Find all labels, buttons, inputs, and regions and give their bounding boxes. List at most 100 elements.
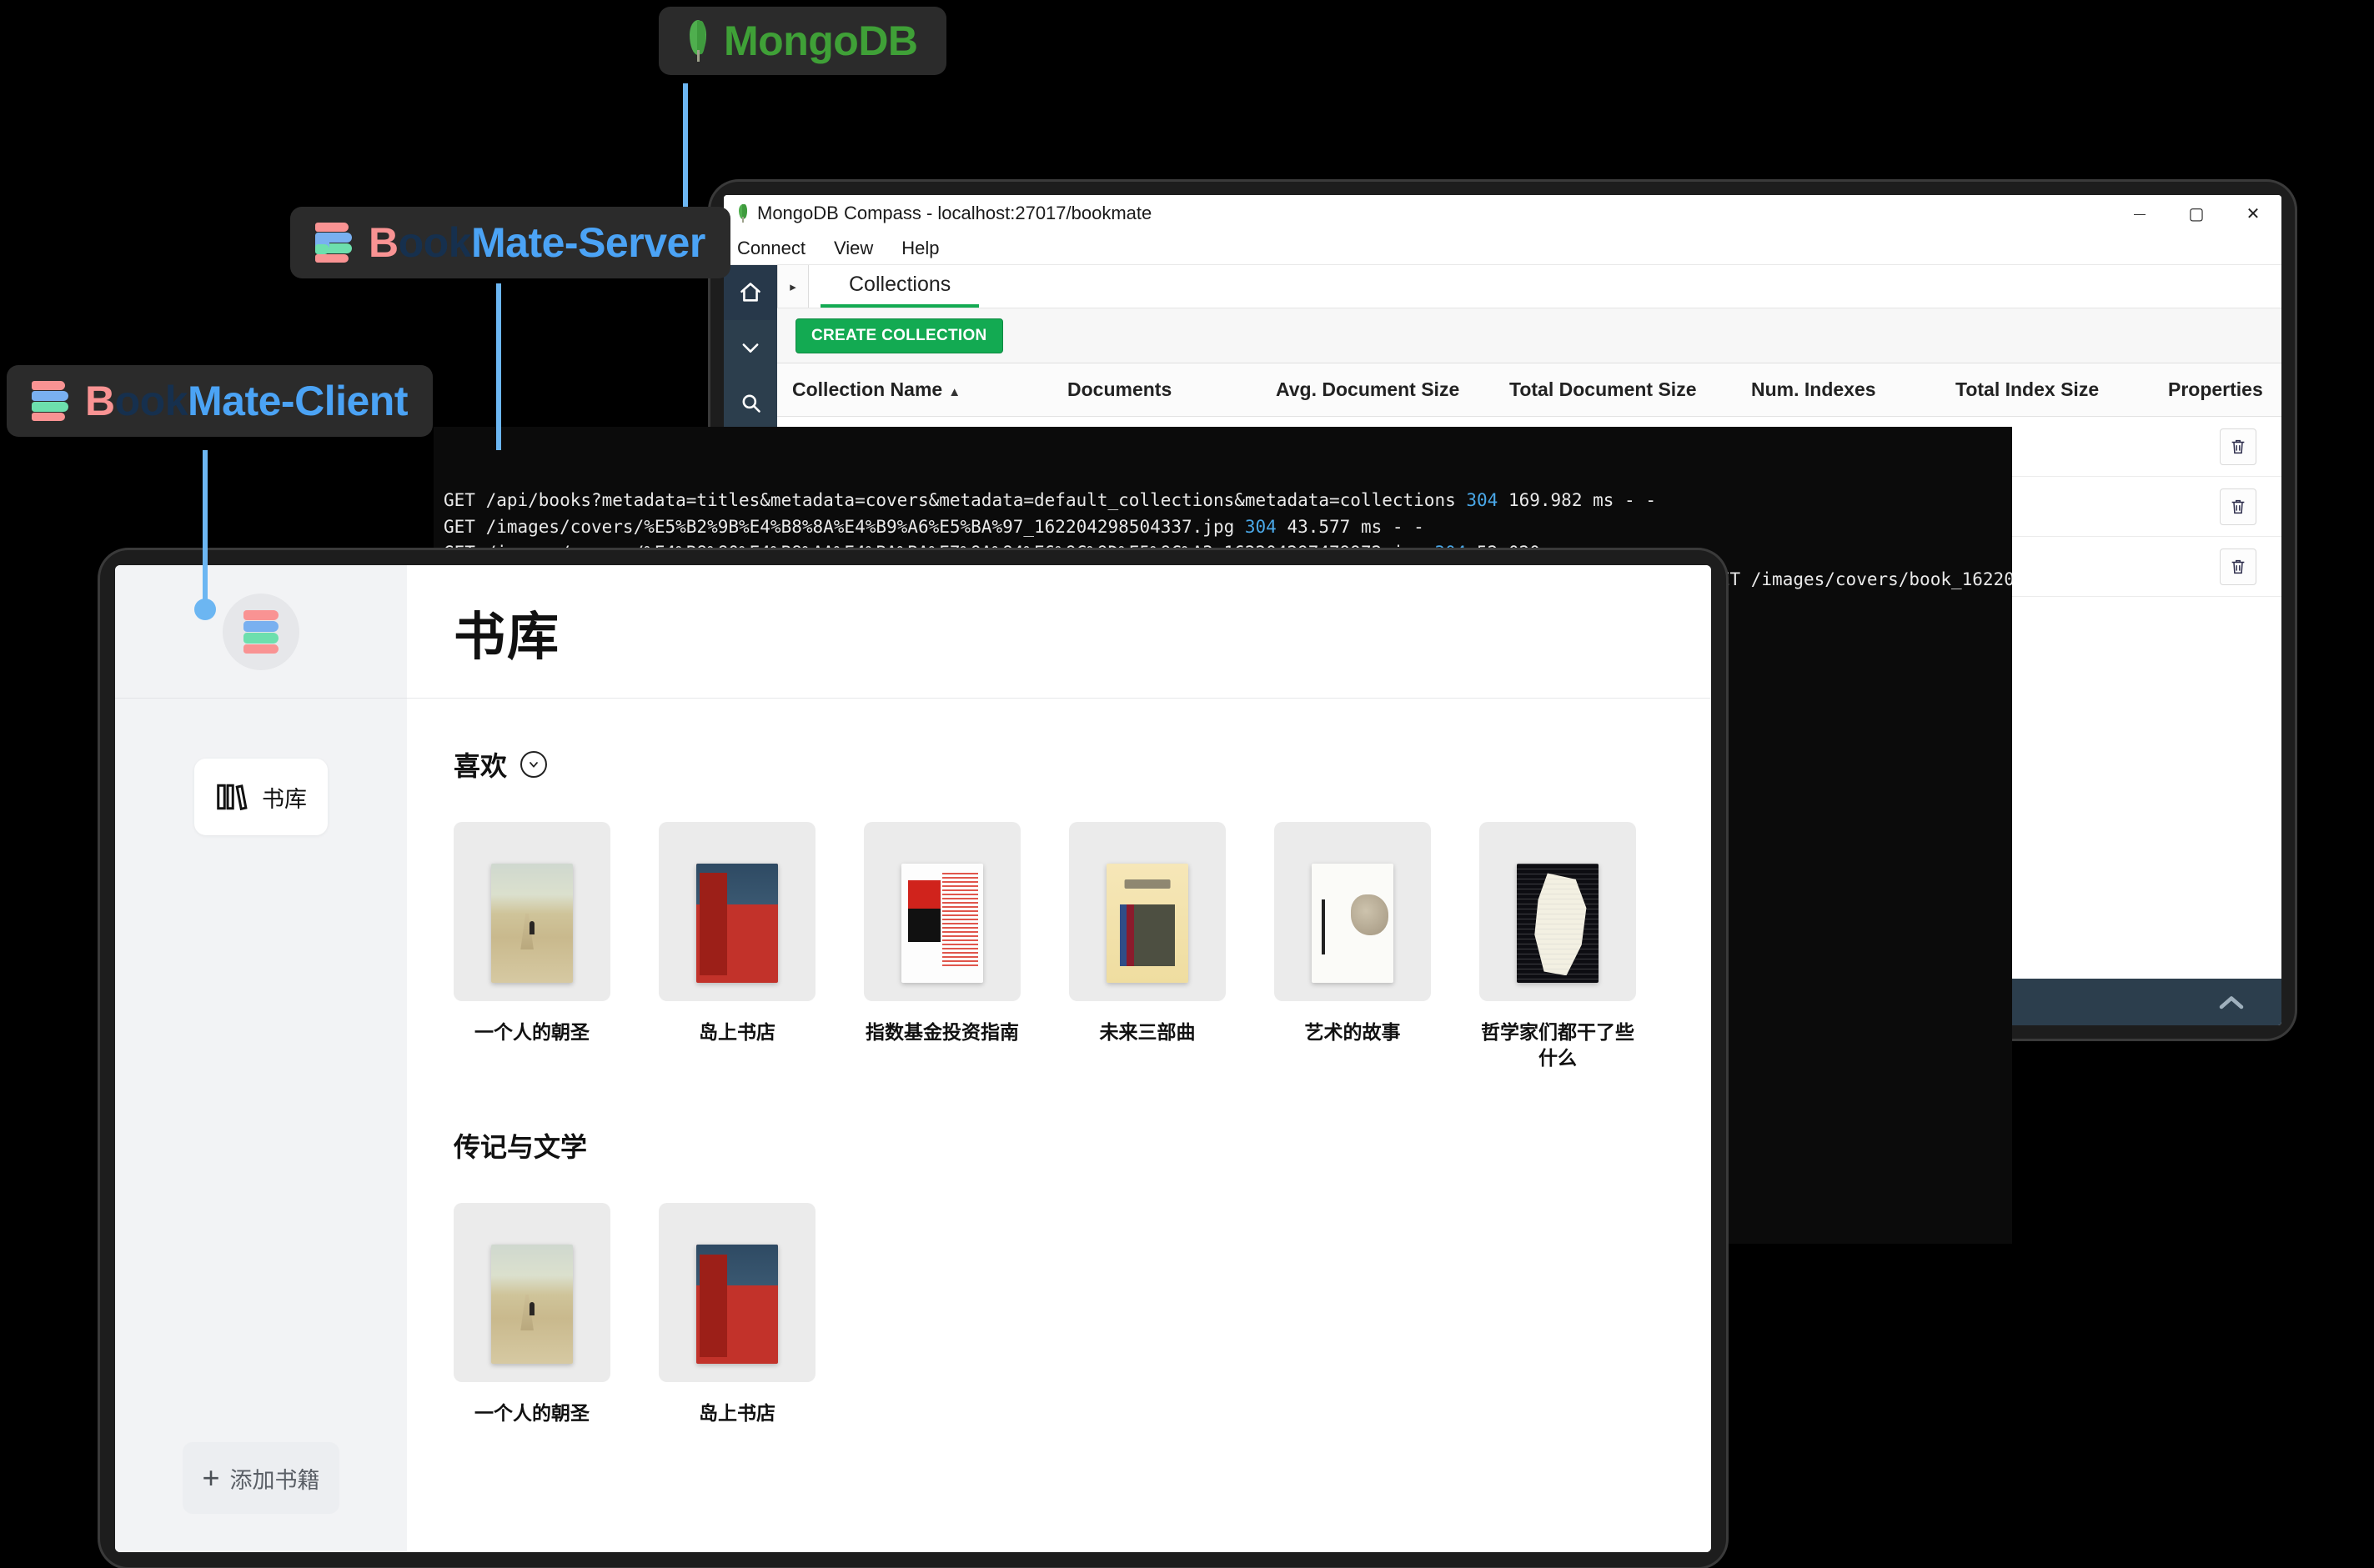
book-cover-slot bbox=[454, 822, 610, 1001]
status-code: 304 bbox=[1763, 651, 1794, 654]
book-cover-image bbox=[1312, 864, 1393, 983]
badge-seg-mate: Mate-Client bbox=[188, 378, 408, 424]
compass-tabbar: ▸ Collections bbox=[777, 265, 2281, 308]
add-book-button[interactable]: + 添加书籍 bbox=[183, 1442, 339, 1514]
book-cover-slot bbox=[1479, 822, 1636, 1001]
sidebar-item-label: 书库 bbox=[262, 786, 307, 812]
delete-collection-button[interactable] bbox=[2220, 548, 2256, 585]
column-documents[interactable]: Documents bbox=[1052, 378, 1261, 401]
client-logo-area bbox=[115, 565, 407, 699]
maximize-button[interactable]: ▢ bbox=[2168, 195, 2225, 232]
create-collection-button[interactable]: CREATE COLLECTION bbox=[796, 318, 1003, 353]
book-cover-image bbox=[696, 864, 778, 983]
column-collection-name[interactable]: Collection Name ▲ bbox=[777, 378, 1052, 401]
book-section: 喜欢一个人的朝圣 岛上书店 指数基金投资指南 未来三部曲 艺术的故事 哲学家们都干了些什么 bbox=[454, 745, 1664, 1071]
book-cover-slot bbox=[1274, 822, 1431, 1001]
book-cover-slot bbox=[1069, 822, 1226, 1001]
delete-collection-button[interactable] bbox=[2220, 428, 2256, 465]
status-code: 304 bbox=[1244, 516, 1277, 537]
close-button[interactable]: ✕ bbox=[2225, 195, 2281, 232]
compass-titlebar: MongoDB Compass - localhost:27017/bookma… bbox=[724, 195, 2281, 232]
tab-overflow-arrow[interactable]: ▸ bbox=[777, 265, 809, 308]
plus-icon: + bbox=[202, 1460, 220, 1495]
home-icon bbox=[740, 283, 760, 302]
add-book-area: + 添加书籍 bbox=[115, 1442, 407, 1552]
book-cover-image bbox=[901, 864, 983, 983]
trash-icon bbox=[2231, 439, 2245, 453]
mongodb-leaf-icon bbox=[687, 20, 709, 62]
book-card[interactable]: 岛上书店 bbox=[659, 1203, 816, 1426]
column-total-document-size[interactable]: Total Document Size bbox=[1494, 378, 1736, 401]
chevron-down-icon bbox=[742, 343, 759, 353]
delete-collection-button[interactable] bbox=[2220, 488, 2256, 525]
tab-collections[interactable]: Collections bbox=[821, 265, 980, 308]
terminal-log-line: GET /images/covers/%E5%B2%9B%E4%B8%8A%E4… bbox=[444, 514, 2012, 541]
book-cover-image bbox=[1107, 864, 1188, 983]
book-title: 岛上书店 bbox=[699, 1021, 775, 1043]
book-cover-image bbox=[696, 1245, 778, 1365]
section-title: 传记与文学 bbox=[454, 1132, 588, 1163]
bookmate-books-icon bbox=[315, 223, 354, 263]
badge-seg-ook: ook bbox=[114, 378, 188, 424]
badge-bookmate-client-label: BookMate-Client bbox=[85, 377, 408, 425]
compass-toolbar: CREATE COLLECTION bbox=[777, 308, 2281, 363]
column-avg-document-size[interactable]: Avg. Document Size bbox=[1261, 378, 1494, 401]
badge-bookmate-server: BookMate-Server bbox=[290, 207, 730, 278]
timing: 36.091 ms - - bbox=[1794, 651, 1941, 654]
book-card[interactable]: 指数基金投资指南 bbox=[864, 822, 1021, 1071]
column-properties[interactable]: Properties bbox=[2153, 378, 2278, 401]
trash-icon bbox=[2231, 499, 2245, 513]
timing: 1.390 ms - - bbox=[1794, 941, 1931, 944]
terminal-fragment-a: 304 36.091 ms - - bbox=[1720, 619, 2012, 654]
menu-help[interactable]: Help bbox=[901, 238, 939, 259]
book-card[interactable]: 一个人的朝圣 bbox=[454, 822, 610, 1071]
book-cover-slot bbox=[659, 1203, 816, 1383]
column-num-indexes[interactable]: Num. Indexes bbox=[1736, 378, 1940, 401]
book-card[interactable]: 未来三部曲 bbox=[1069, 822, 1226, 1071]
avatar[interactable] bbox=[223, 593, 299, 670]
client-scroll-area[interactable]: 喜欢 一个人的朝圣 岛上书店 指数基金投资指南 未来三部曲 艺术的故事 哲学家们都干了些什么… bbox=[407, 699, 1711, 1552]
book-card[interactable]: 岛上书店 bbox=[659, 822, 816, 1071]
chevron-down-circle-icon[interactable] bbox=[520, 751, 548, 778]
badge-seg-ook: ook bbox=[398, 219, 472, 266]
book-grid: 一个人的朝圣 岛上书店 指数基金投资指南 未来三部曲 艺术的故事 哲学家们都干了些什么 bbox=[454, 822, 1664, 1071]
minimize-button[interactable]: — bbox=[2111, 195, 2168, 232]
book-card[interactable]: 哲学家们都干了些什么 bbox=[1479, 822, 1636, 1071]
sidebar-home-button[interactable] bbox=[724, 265, 777, 320]
terminal-fragment-b: 304 1.390 ms - - bbox=[1720, 909, 2012, 944]
terminal-log-line: GET /api/books?metadata=titles&metadata=… bbox=[444, 488, 2012, 514]
log-text: GET /api/books?metadata=titles&metadata=… bbox=[444, 490, 1467, 510]
sidebar-item-library[interactable]: 书库 bbox=[194, 759, 328, 835]
badge-bookmate-server-label: BookMate-Server bbox=[369, 218, 705, 267]
mongodb-leaf-icon bbox=[737, 204, 749, 223]
chevron-up-icon[interactable] bbox=[2216, 993, 2246, 1011]
book-title: 一个人的朝圣 bbox=[474, 1021, 590, 1043]
connector-client-to-app bbox=[203, 450, 208, 609]
badge-mongodb: MongoDB bbox=[659, 7, 946, 75]
section-header: 喜欢 bbox=[454, 745, 1664, 784]
book-cover-slot bbox=[454, 1203, 610, 1383]
sidebar-search-button[interactable] bbox=[724, 375, 777, 430]
library-books-icon bbox=[217, 784, 248, 811]
book-title: 岛上书店 bbox=[699, 1402, 775, 1425]
section-title: 喜欢 bbox=[454, 751, 508, 781]
client-nav: 书库 bbox=[115, 699, 407, 835]
book-grid: 一个人的朝圣 岛上书店 bbox=[454, 1203, 1664, 1426]
log-text: 169.982 ms - - bbox=[1498, 490, 1656, 510]
book-section: 传记与文学一个人的朝圣 岛上书店 bbox=[454, 1126, 1664, 1426]
book-card[interactable]: 艺术的故事 bbox=[1274, 822, 1431, 1071]
section-header: 传记与文学 bbox=[454, 1126, 1664, 1165]
sidebar-collapse-button[interactable] bbox=[724, 320, 777, 375]
book-title: 艺术的故事 bbox=[1304, 1021, 1401, 1043]
page-title: 书库 bbox=[454, 608, 561, 666]
search-icon bbox=[742, 394, 760, 413]
column-total-index-size[interactable]: Total Index Size bbox=[1940, 378, 2153, 401]
bookmate-books-icon bbox=[32, 381, 70, 421]
bookmate-client-window: 书库 + 添加书籍 书库 喜欢 一个人的朝圣 岛上书店 指数基金投资指南 未来三部曲 艺术… bbox=[115, 565, 1711, 1552]
menu-connect[interactable]: Connect bbox=[737, 238, 806, 259]
book-card[interactable]: 一个人的朝圣 bbox=[454, 1203, 610, 1426]
menu-view[interactable]: View bbox=[834, 238, 873, 259]
book-title: 一个人的朝圣 bbox=[474, 1402, 590, 1425]
badge-bookmate-client: BookMate-Client bbox=[7, 365, 433, 437]
window-controls: — ▢ ✕ bbox=[2111, 195, 2281, 232]
